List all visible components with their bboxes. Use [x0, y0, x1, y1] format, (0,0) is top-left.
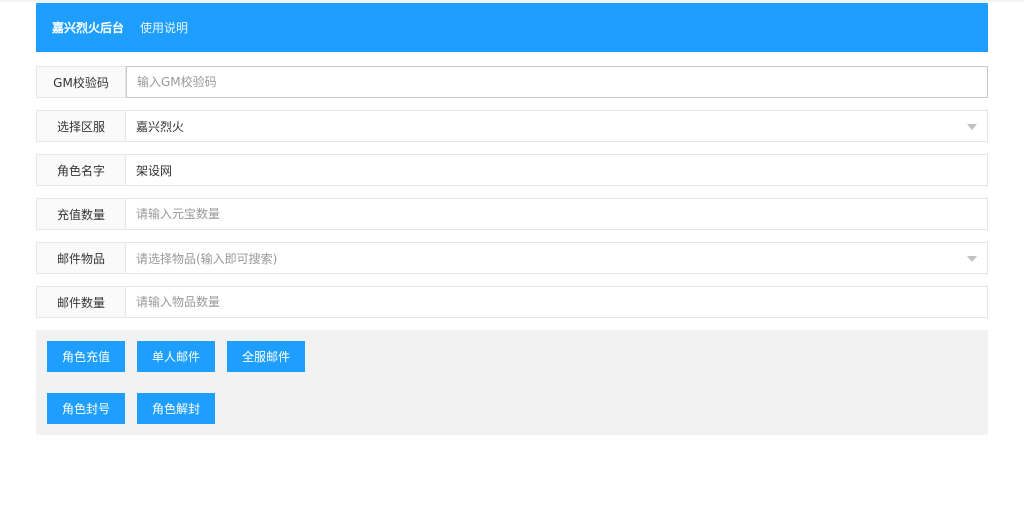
- server-select[interactable]: 嘉兴烈火: [126, 110, 988, 142]
- action-panel: 角色充值 单人邮件 全服邮件 角色封号 角色解封: [36, 330, 988, 435]
- role-name-input[interactable]: [126, 155, 987, 185]
- recharge-amount-input[interactable]: [126, 199, 987, 229]
- gm-code-label: GM校验码: [36, 66, 126, 98]
- server-selected-value: 嘉兴烈火: [136, 119, 185, 134]
- gm-form: GM校验码 选择区服 嘉兴烈火 角色名字 充值数量 邮件物品: [36, 66, 988, 318]
- action-row-1: 角色充值 单人邮件 全服邮件: [47, 341, 977, 372]
- admin-panel: 嘉兴烈火后台 使用说明 GM校验码 选择区服 嘉兴烈火 角色名字 充值数量: [36, 3, 988, 435]
- single-mail-button[interactable]: 单人邮件: [137, 341, 216, 372]
- header-bar: 嘉兴烈火后台 使用说明: [36, 3, 988, 52]
- mail-count-field-wrapper: [126, 286, 988, 318]
- mail-item-select[interactable]: 请选择物品(输入即可搜索): [126, 242, 988, 274]
- mail-count-input[interactable]: [126, 287, 987, 317]
- gm-code-field-wrapper: [126, 66, 988, 98]
- role-name-field-wrapper: [126, 154, 988, 186]
- mail-item-placeholder: 请选择物品(输入即可搜索): [136, 251, 278, 266]
- gm-code-input[interactable]: [127, 67, 987, 97]
- mail-item-row: 邮件物品 请选择物品(输入即可搜索): [36, 242, 988, 274]
- all-server-mail-button[interactable]: 全服邮件: [227, 341, 306, 372]
- recharge-row: 充值数量: [36, 198, 988, 230]
- top-border: [0, 0, 1024, 2]
- recharge-field-wrapper: [126, 198, 988, 230]
- role-name-row: 角色名字: [36, 154, 988, 186]
- role-name-label: 角色名字: [36, 154, 126, 186]
- mail-count-label: 邮件数量: [36, 286, 126, 318]
- chevron-down-icon: [967, 256, 977, 262]
- mail-item-label: 邮件物品: [36, 242, 126, 274]
- role-ban-button[interactable]: 角色封号: [47, 393, 126, 424]
- role-unban-button[interactable]: 角色解封: [137, 393, 216, 424]
- help-link[interactable]: 使用说明: [140, 19, 188, 36]
- gm-code-row: GM校验码: [36, 66, 988, 98]
- brand-title: 嘉兴烈火后台: [52, 21, 125, 35]
- role-recharge-button[interactable]: 角色充值: [47, 341, 126, 372]
- chevron-down-icon: [967, 124, 977, 130]
- mail-count-row: 邮件数量: [36, 286, 988, 318]
- recharge-label: 充值数量: [36, 198, 126, 230]
- action-row-2: 角色封号 角色解封: [47, 393, 977, 424]
- server-label: 选择区服: [36, 110, 126, 142]
- server-row: 选择区服 嘉兴烈火: [36, 110, 988, 142]
